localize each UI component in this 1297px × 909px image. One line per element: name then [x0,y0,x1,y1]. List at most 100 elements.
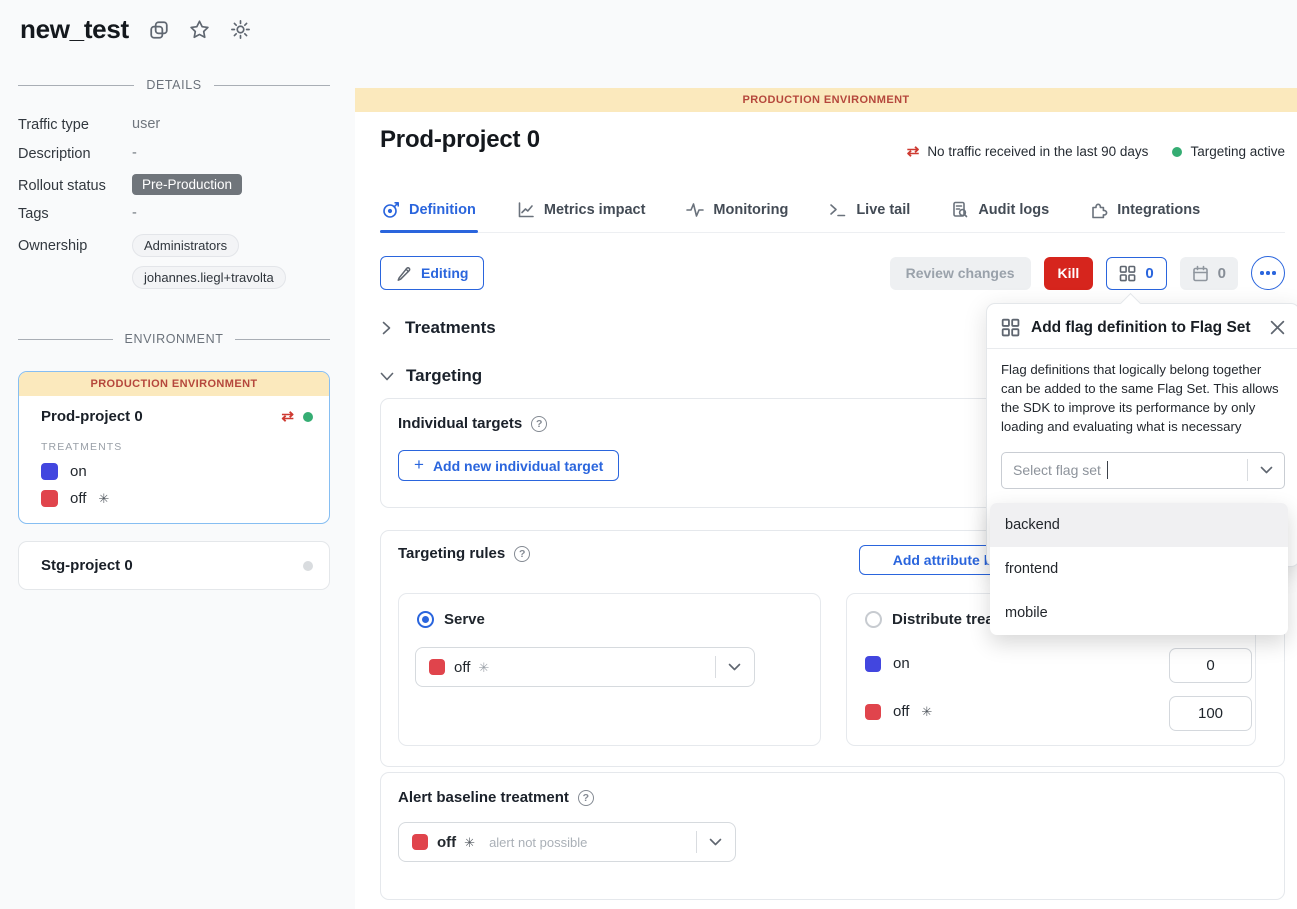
production-environment-banner: PRODUCTION ENVIRONMENT [355,88,1297,112]
serve-treatment-select[interactable]: off ✳ [415,647,755,687]
flag-set-option-backend[interactable]: backend [990,503,1288,547]
targeting-status-text: Targeting active [1190,144,1285,159]
details-rows: Traffic type user Description - Rollout … [18,116,330,298]
production-environment-banner: PRODUCTION ENVIRONMENT [19,372,329,396]
default-treatment-icon: ✳ [921,705,932,718]
kill-button[interactable]: Kill [1044,257,1094,290]
default-treatment-icon: ✳ [98,492,109,505]
treatment-on-swatch [865,656,881,672]
owner-pill: Administrators [132,234,239,257]
environment-heading: ENVIRONMENT [125,332,224,346]
chevron-down-icon [1260,466,1273,475]
detail-row-ownership: Ownership Administrators johannes.liegl+… [18,234,330,298]
close-icon[interactable] [1270,320,1285,335]
treatment-off-swatch [412,834,428,850]
detail-row-traffic-type: Traffic type user [18,116,330,133]
distribute-off-percent-input[interactable] [1169,696,1252,731]
tab-live-tail[interactable]: Live tail [827,194,912,232]
gear-icon[interactable] [230,19,251,40]
treatment-row-on: on [41,463,313,480]
treatment-row-off: off ✳ [41,490,313,507]
default-treatment-icon: ✳ [464,836,475,849]
plus-icon: + [414,456,424,473]
detail-row-description: Description - [18,145,330,162]
copy-icon[interactable] [149,20,169,40]
alert-baseline-card: Alert baseline treatment ? off ✳ alert n… [380,772,1285,900]
help-icon[interactable]: ? [578,790,594,806]
tab-integrations[interactable]: Integrations [1088,194,1202,232]
serve-treatment-value: off [454,659,470,676]
flag-set-option-mobile[interactable]: mobile [990,591,1288,635]
flag-sets-count: 0 [1145,265,1153,282]
no-traffic-icon: ⇄ [281,409,294,424]
tags-value: - [132,205,137,221]
targeting-inactive-dot [303,561,313,571]
schedule-count: 0 [1218,265,1226,282]
targeting-active-dot [1172,147,1182,157]
add-individual-target-button[interactable]: + Add new individual target [398,450,619,481]
text-cursor [1107,461,1108,479]
treatments-section-toggle[interactable]: Treatments [380,318,496,338]
page-title: Prod-project 0 [380,126,540,154]
rollout-status-badge: Pre-Production [132,174,242,195]
distribute-row-off: off ✳ [865,703,932,720]
serve-label: Serve [444,611,485,628]
serve-radio[interactable] [417,611,434,628]
flag-set-select-placeholder: Select flag set [1013,462,1101,478]
treatment-off-swatch [865,704,881,720]
description-value: - [132,145,137,161]
alert-baseline-select[interactable]: off ✳ alert not possible [398,822,736,862]
help-icon[interactable]: ? [514,546,530,562]
distribute-on-percent-input[interactable] [1169,648,1252,683]
alert-not-possible-note: alert not possible [489,835,587,850]
environment-card-staging[interactable]: Stg-project 0 [18,541,330,590]
traffic-type-value: user [132,116,160,132]
tab-audit-logs[interactable]: Audit logs [949,194,1051,232]
toolbar: Editing Review changes Kill 0 0 [380,256,1285,290]
flag-sets-button[interactable]: 0 [1106,257,1166,290]
app-root: new_test DETAILS Traffic type user [0,0,1297,909]
details-divider: DETAILS [18,78,330,92]
sidebar: DETAILS Traffic type user Description - … [18,78,330,590]
treatment-off-swatch [41,490,58,507]
tab-definition[interactable]: Definition [380,194,478,232]
targeting-rules-title: Targeting rules [398,545,505,562]
schedule-button[interactable]: 0 [1180,257,1238,290]
distribute-radio[interactable] [865,611,882,628]
details-heading: DETAILS [146,78,201,92]
flag-sets-icon [1001,318,1020,337]
star-icon[interactable] [189,19,210,40]
default-treatment-icon: ✳ [478,661,489,674]
owner-pill: johannes.liegl+travolta [132,266,286,289]
tab-monitoring[interactable]: Monitoring [684,194,790,232]
popup-description: Flag definitions that logically belong t… [987,349,1297,449]
environment-name: Prod-project 0 [41,408,143,425]
flag-set-options-menu: backend frontend mobile [990,503,1288,635]
environment-name: Stg-project 0 [41,557,133,574]
chevron-down-icon [709,838,722,847]
targeting-section-toggle[interactable]: Targeting [380,366,482,386]
more-actions-button[interactable] [1251,256,1285,290]
chevron-right-icon [380,321,393,335]
detail-row-tags: Tags - [18,205,330,222]
flag-name-title: new_test [20,14,129,45]
chevron-down-icon [728,663,741,672]
treatment-off-swatch [429,659,445,675]
popup-title: Add flag definition to Flag Set [1031,319,1259,337]
flag-set-option-frontend[interactable]: frontend [990,547,1288,591]
review-changes-button[interactable]: Review changes [890,257,1031,290]
chevron-down-icon [380,370,394,383]
environment-divider: ENVIRONMENT [18,332,330,346]
flag-set-select[interactable]: Select flag set [1001,452,1285,489]
tab-metrics-impact[interactable]: Metrics impact [515,194,648,232]
individual-targets-title: Individual targets [398,415,522,432]
help-icon[interactable]: ? [531,416,547,432]
serve-option-card: Serve off ✳ [398,593,821,746]
editing-button[interactable]: Editing [380,256,484,290]
no-traffic-icon: ⇄ [907,144,920,159]
alert-baseline-title: Alert baseline treatment [398,789,569,806]
flag-header: new_test [20,14,251,45]
environment-card-production[interactable]: PRODUCTION ENVIRONMENT Prod-project 0 ⇄ … [18,371,330,524]
detail-row-rollout-status: Rollout status Pre-Production [18,174,330,195]
distribute-row-on: on [865,655,910,672]
